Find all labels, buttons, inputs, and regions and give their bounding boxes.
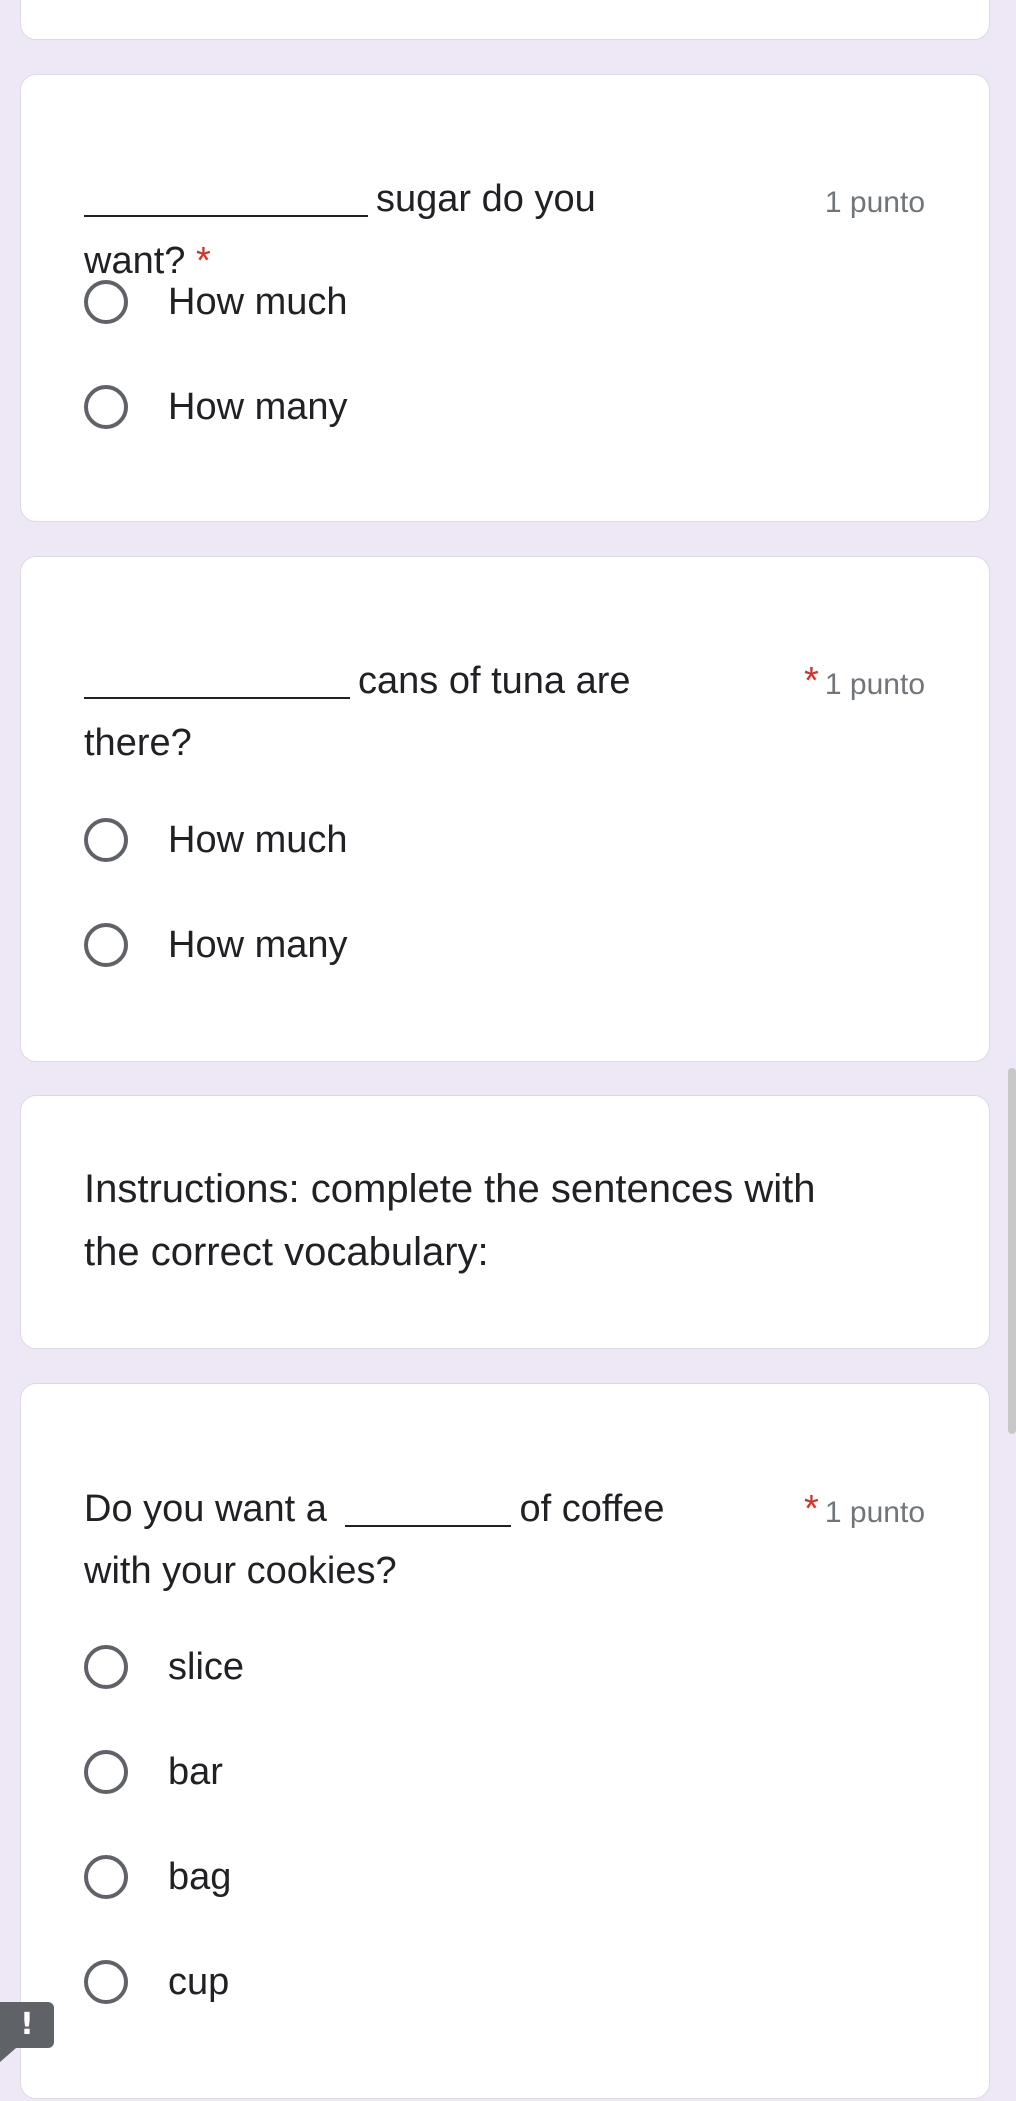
radio-button[interactable] <box>84 1960 128 2004</box>
option-how-many[interactable]: How many <box>84 915 348 975</box>
option-label: How many <box>168 385 348 428</box>
instructions-line1: Instructions: complete the sentences wit… <box>84 1167 816 1211</box>
question-card-sugar: sugar do you want? * 1 punto How much Ho… <box>20 74 990 522</box>
question-text-after: of coffee <box>519 1488 665 1530</box>
option-slice[interactable]: slice <box>84 1637 244 1697</box>
option-label: How much <box>168 818 348 861</box>
radio-button[interactable] <box>84 1750 128 1794</box>
points-label: 1 punto <box>824 186 925 219</box>
option-label: How many <box>168 923 348 966</box>
option-label: bag <box>168 1855 232 1898</box>
radio-button[interactable] <box>84 280 128 324</box>
option-bar[interactable]: bar <box>84 1742 223 1802</box>
option-label: cup <box>168 1960 230 2003</box>
option-label: How much <box>168 280 348 323</box>
instructions-card: Instructions: complete the sentences wit… <box>20 1095 990 1349</box>
question-card-coffee: Do you want a of coffee with your cookie… <box>20 1383 990 2099</box>
answer-blank <box>345 1485 512 1527</box>
report-problem-button[interactable]: ! <box>0 2002 54 2062</box>
answer-blank <box>84 175 368 217</box>
required-asterisk: * <box>804 660 819 702</box>
points-label: 1 punto <box>824 668 925 701</box>
radio-button[interactable] <box>84 1645 128 1689</box>
option-bag[interactable]: bag <box>84 1847 231 1907</box>
instructions-line2: the correct vocabulary: <box>84 1230 489 1274</box>
question-title: Do you want a of coffee with your cookie… <box>84 1478 804 1602</box>
question-text-line2: there? <box>84 722 192 764</box>
required-asterisk: * <box>804 1488 819 1530</box>
question-text: Do you want a <box>84 1488 327 1530</box>
option-how-much[interactable]: How much <box>84 810 348 870</box>
instructions-text: Instructions: complete the sentences wit… <box>84 1158 944 1284</box>
radio-button[interactable] <box>84 923 128 967</box>
option-how-much[interactable]: How much <box>84 272 348 332</box>
question-text: cans of tuna are <box>358 660 631 702</box>
option-label: bar <box>168 1750 223 1793</box>
question-title: cans of tuna are there? <box>84 650 804 774</box>
previous-question-card <box>20 0 990 40</box>
question-card-tuna: cans of tuna are there? * 1 punto How mu… <box>20 556 990 1062</box>
option-label: slice <box>168 1645 245 1688</box>
radio-button[interactable] <box>84 818 128 862</box>
radio-button[interactable] <box>84 1855 128 1899</box>
radio-button[interactable] <box>84 385 128 429</box>
scrollbar-thumb[interactable] <box>1008 1068 1016 1434</box>
answer-blank <box>84 657 350 699</box>
option-how-many[interactable]: How many <box>84 377 348 437</box>
points-label: 1 punto <box>824 1496 925 1529</box>
option-cup[interactable]: cup <box>84 1952 229 2012</box>
question-text-line2: with your cookies? <box>84 1550 397 1592</box>
